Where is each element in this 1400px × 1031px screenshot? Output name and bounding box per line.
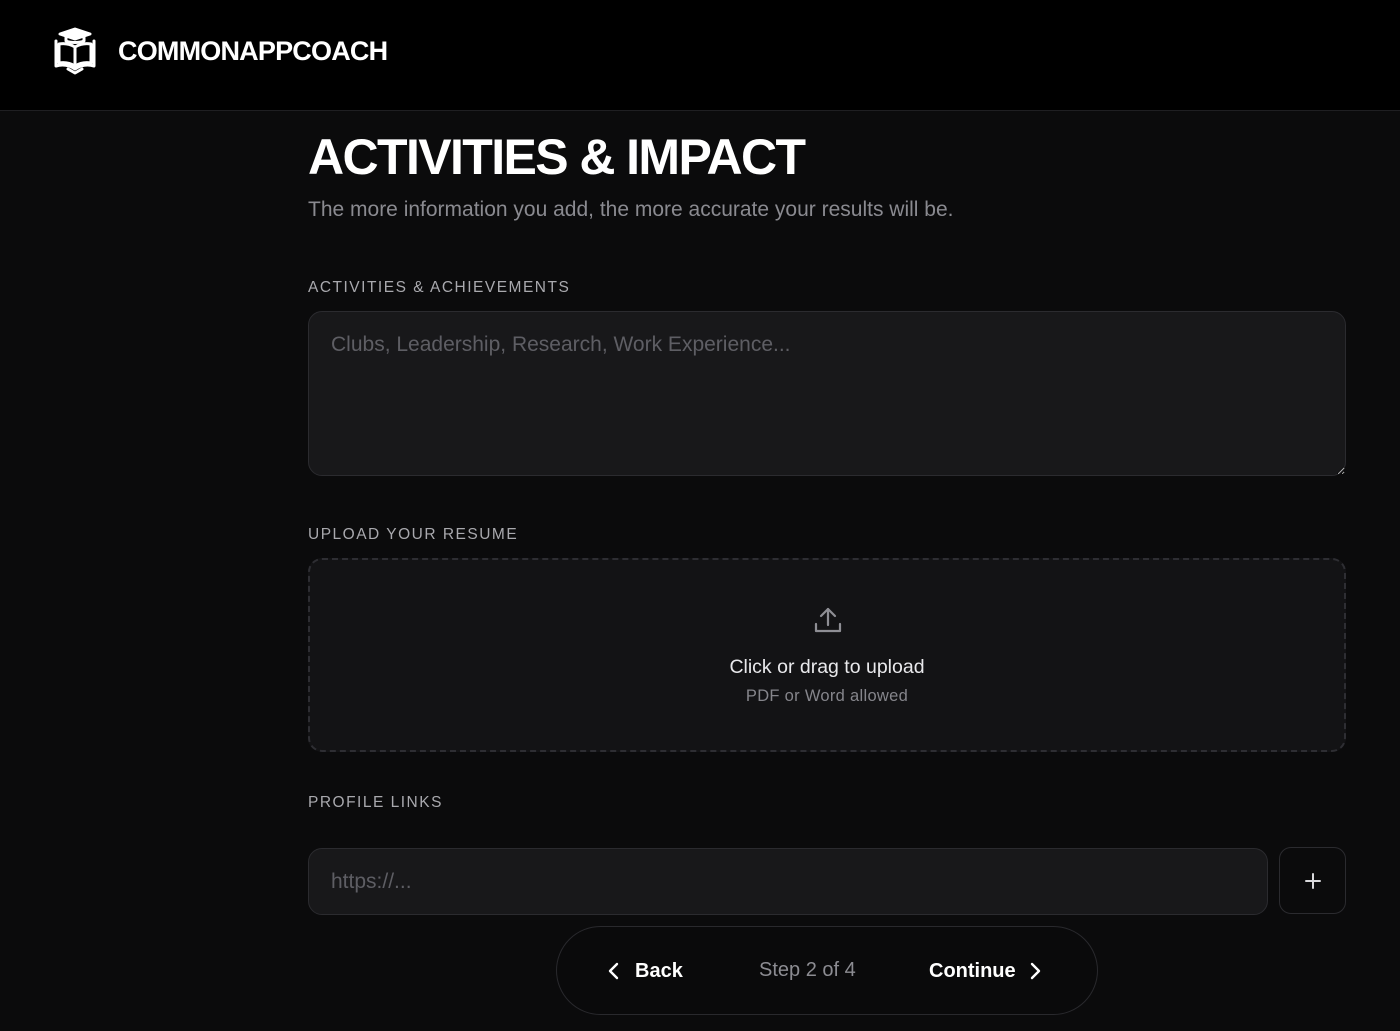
step-navigation: Back Step 2 of 4 Continue	[556, 926, 1098, 1015]
activities-textarea[interactable]	[308, 311, 1346, 476]
resume-upload-dropzone[interactable]: Click or drag to upload PDF or Word allo…	[308, 558, 1346, 752]
resume-label: UPLOAD YOUR RESUME	[308, 526, 519, 543]
plus-icon	[1304, 872, 1321, 889]
continue-label: Continue	[929, 959, 1016, 982]
chevron-left-icon	[608, 962, 619, 980]
page-subtitle: The more information you add, the more a…	[308, 198, 954, 221]
profile-links-label: PROFILE LINKS	[308, 794, 443, 811]
upload-hint: PDF or Word allowed	[745, 687, 909, 705]
add-link-button[interactable]	[1279, 847, 1346, 914]
back-button[interactable]: Back	[607, 954, 683, 988]
profile-link-input[interactable]	[308, 848, 1268, 915]
continue-button[interactable]: Continue	[929, 954, 1042, 988]
step-indicator: Step 2 of 4	[759, 959, 856, 981]
upload-icon	[814, 607, 842, 633]
brand-name: COMMONAPPCOACH	[118, 35, 388, 66]
top-bar: COMMONAPPCOACH	[0, 0, 1400, 111]
page-title: ACTIVITIES & IMPACT	[308, 129, 806, 185]
upload-title: Click or drag to upload	[729, 656, 925, 678]
graduation-cap-book-icon	[54, 27, 96, 75]
back-label: Back	[635, 959, 683, 982]
activities-label: ACTIVITIES & ACHIEVEMENTS	[308, 279, 571, 296]
chevron-right-icon	[1030, 962, 1040, 980]
brand[interactable]: COMMONAPPCOACH	[52, 26, 388, 76]
